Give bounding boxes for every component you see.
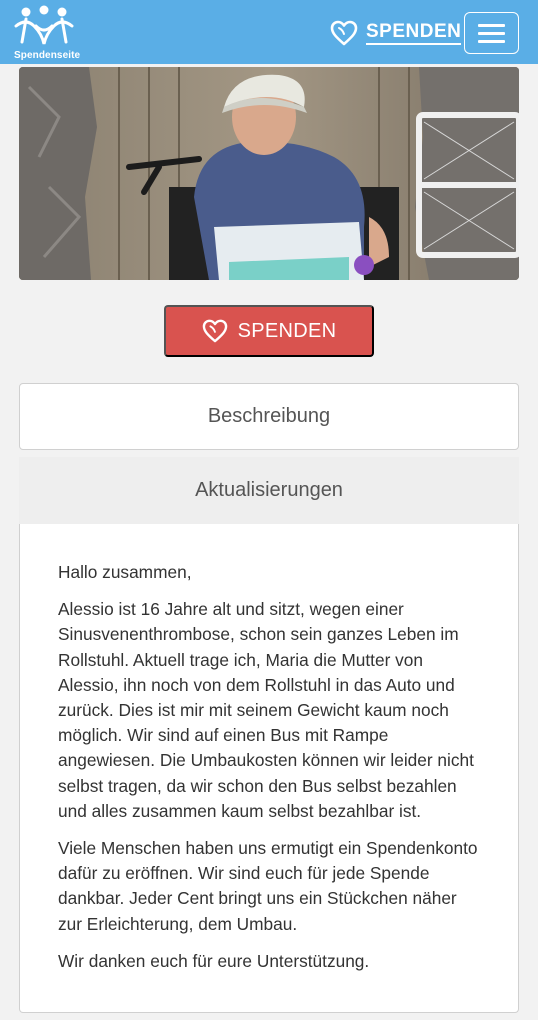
spendenseite-logo-icon — [14, 5, 74, 45]
heart-outline-icon — [330, 20, 358, 46]
hamburger-menu-icon — [478, 40, 505, 43]
menu-toggle-button[interactable] — [464, 12, 519, 54]
donate-button-label: SPENDEN — [237, 319, 337, 342]
top-header: Spendenseite SPENDEN — [0, 0, 538, 64]
tab-aktualisierungen-label: Aktualisierungen — [195, 479, 343, 501]
content-paragraph: Alessio ist 16 Jahre alt und sitzt, wege… — [58, 599, 474, 821]
hero-image — [19, 67, 519, 280]
tab-beschreibung-label: Beschreibung — [207, 405, 331, 427]
hero-photo — [19, 67, 519, 280]
header-donate-link[interactable]: SPENDEN — [330, 18, 462, 48]
tab-beschreibung[interactable]: Beschreibung — [19, 383, 519, 450]
hamburger-menu-icon — [478, 32, 505, 35]
hamburger-menu-icon — [478, 24, 505, 27]
content-paragraph: Viele Menschen haben uns ermutigt ein Sp… — [58, 838, 478, 934]
header-donate-label: SPENDEN — [366, 21, 462, 45]
donate-button[interactable]: SPENDEN — [164, 305, 374, 357]
tab-aktualisierungen[interactable]: Aktualisierungen — [19, 457, 519, 524]
content-paragraph: Hallo zusammen, — [58, 562, 192, 582]
logo-text: Spendenseite — [14, 50, 81, 61]
site-logo[interactable]: Spendenseite — [8, 4, 80, 62]
updates-content-panel: Hallo zusammen, Alessio ist 16 Jahre alt… — [19, 524, 519, 1013]
heart-outline-icon — [202, 319, 227, 343]
content-paragraph: Wir danken euch für eure Unterstützung. — [58, 950, 370, 971]
